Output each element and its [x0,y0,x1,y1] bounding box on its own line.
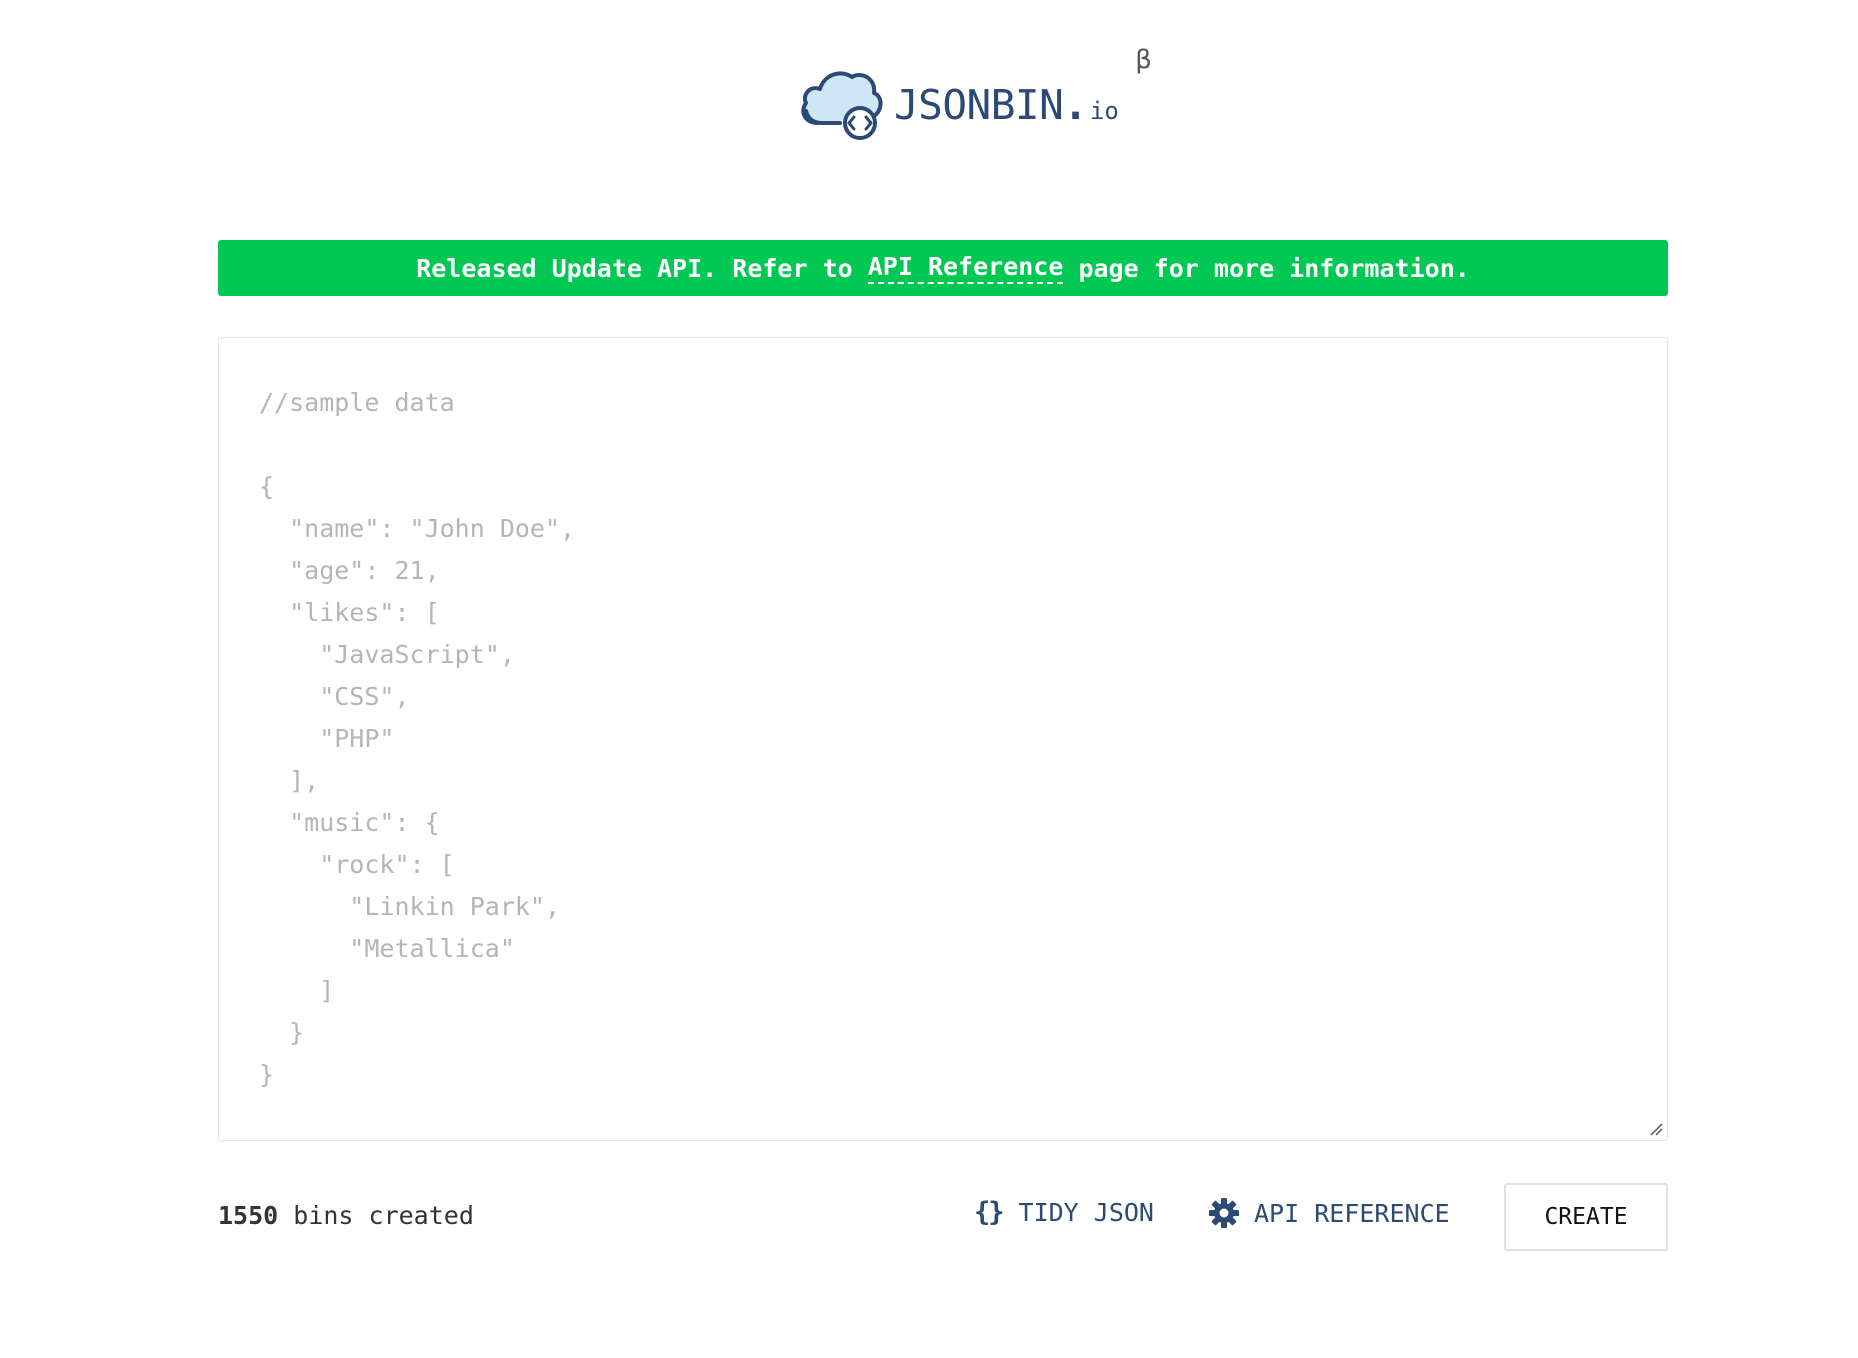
announcement-banner: Released Update API. Refer to API Refere… [218,240,1668,296]
bins-created-counter: 1550 bins created [218,1201,474,1230]
bins-count-number: 1550 [218,1201,279,1230]
tidy-json-label: TIDY JSON [1018,1198,1154,1227]
beta-badge: β [1135,45,1152,75]
create-button[interactable]: CREATE [1504,1183,1668,1251]
page: JSONBIN. io β Released Update API. Refer … [0,0,1858,1358]
logo-dot: . [1063,81,1088,129]
logo-name: JSONBIN [894,81,1064,129]
banner-text-after: page for more information. [1063,253,1470,283]
logo-text: JSONBIN. io β [894,45,1152,129]
banner-text-before: Released Update API. Refer to [416,253,868,283]
editor-placeholder: //sample data { "name": "John Doe", "age… [259,388,576,1089]
bins-count-label: bins created [278,1201,474,1230]
logo-tld: io [1089,97,1119,125]
logo[interactable]: JSONBIN. io β [796,45,1152,146]
api-reference-label: API REFERENCE [1254,1198,1450,1228]
tidy-json-button[interactable]: {} TIDY JSON [974,1197,1154,1228]
json-editor[interactable]: //sample data { "name": "John Doe", "age… [218,337,1668,1141]
api-reference-button[interactable]: API REFERENCE [1208,1197,1450,1229]
resize-handle-icon[interactable] [1649,1122,1663,1136]
footer-bar: 1550 bins created {} TIDY JSON API REFER… [218,1183,1668,1253]
cloud-code-icon [801,71,883,140]
api-reference-link[interactable]: API Reference [867,252,1064,284]
braces-icon: {} [974,1197,1004,1228]
gear-icon [1209,1198,1239,1228]
